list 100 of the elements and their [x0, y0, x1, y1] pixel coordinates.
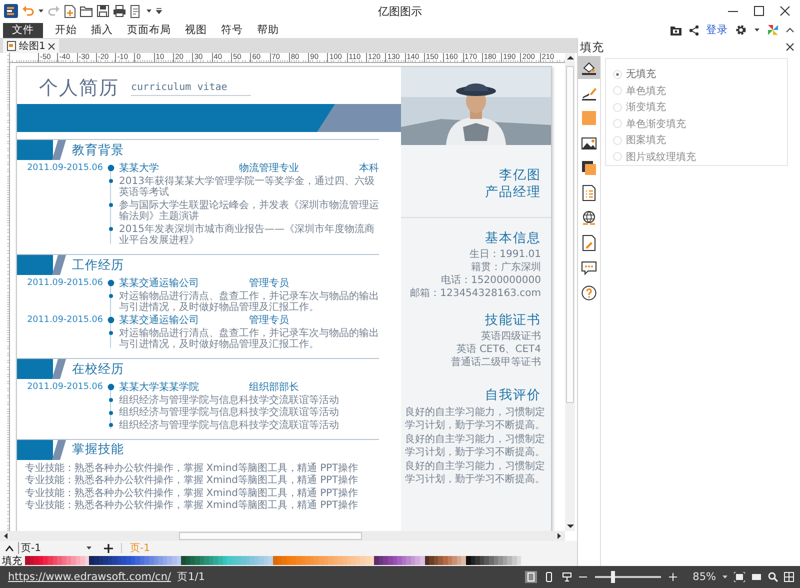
evaluation-text: 良好的自主学习能力，习惯制定学习计划，勤于学习不断提高。 — [404, 460, 546, 486]
square-icon — [581, 110, 597, 126]
bullet-text: 组织经济与管理学院与信息科技学交流联谊等活动 — [119, 394, 340, 406]
menu-item[interactable]: 视图 — [178, 23, 214, 37]
info-line: 电话：15200000000 — [440, 274, 542, 287]
file-menu-button[interactable]: 文件 — [3, 22, 43, 38]
scroll-left-icon[interactable] — [2, 532, 9, 540]
phone-view-icon — [544, 572, 554, 582]
section-tab-shape — [17, 140, 69, 160]
menu-item[interactable]: 插入 — [84, 23, 120, 37]
document-icon — [7, 41, 16, 51]
menu-item[interactable]: 符号 — [214, 23, 250, 37]
info-line: 普通话二级甲等证书 — [450, 356, 542, 369]
position: 管理专员 — [249, 277, 290, 290]
close-icon[interactable] — [780, 6, 790, 16]
website-link[interactable]: https://www.edrawsoft.com/cn/ — [8, 571, 172, 583]
section-title: 教育背景 — [72, 142, 124, 158]
date-range: 2011.09-2015.06 — [26, 314, 103, 327]
radio-label: 无填充 — [626, 68, 656, 82]
add-page-icon[interactable] — [104, 544, 113, 552]
caret-icon[interactable] — [722, 574, 728, 580]
document-tab[interactable]: 绘图1 — [3, 39, 60, 53]
radio-label: 渐变填充 — [626, 100, 666, 114]
grid-icon[interactable] — [784, 572, 794, 582]
save-icon[interactable] — [97, 5, 109, 17]
radio-button[interactable] — [613, 136, 622, 145]
maximize-icon[interactable] — [754, 6, 764, 16]
skill-line: 专业技能：熟悉各种办公软件操作，掌握 Xmind等脑图工具，精通 PPT操作 — [24, 488, 359, 500]
scrollbar-thumb[interactable] — [179, 532, 362, 540]
share-icon[interactable] — [689, 24, 699, 36]
customize-caret-icon[interactable] — [156, 8, 162, 14]
view-button[interactable] — [560, 571, 573, 583]
person-name: 李亿图 — [499, 167, 541, 184]
export-icon[interactable] — [130, 4, 142, 18]
close-icon[interactable] — [48, 42, 56, 50]
presentation-icon — [562, 572, 572, 582]
page-view-icon — [526, 572, 536, 582]
open-folder-icon[interactable] — [80, 5, 93, 17]
settings-icon[interactable] — [735, 24, 747, 36]
menu-item[interactable]: 开始 — [48, 23, 84, 37]
new-file-icon[interactable] — [64, 4, 76, 18]
print-icon[interactable] — [113, 5, 126, 17]
pinwheel-logo-icon[interactable] — [767, 24, 779, 36]
zoom-level: 85% — [692, 571, 716, 583]
job-title: 产品经理 — [485, 184, 541, 201]
view-button[interactable] — [524, 571, 537, 583]
radio-button[interactable] — [613, 119, 622, 128]
bullet-text: 参与国际大学生联盟论坛峰会，并发表《深圳市物流管理运输法则》主题演讲 — [119, 200, 379, 222]
organization: 某某交通运输公司 — [119, 277, 200, 290]
caret-icon[interactable] — [146, 8, 152, 14]
info-line: 英语四级证书 — [480, 330, 542, 343]
paint-bucket-icon — [581, 60, 597, 76]
login-link[interactable]: 登录 — [706, 23, 728, 37]
radio-label: 单色渐变填充 — [626, 118, 686, 131]
stacked-squares-icon — [581, 160, 597, 176]
position: 物流管理专业 — [239, 162, 300, 175]
chevron-up-icon[interactable] — [5, 544, 14, 552]
bullet-text: 组织经济与管理学院与信息科技学交流联谊等活动 — [119, 420, 340, 431]
position: 管理专员 — [249, 314, 290, 327]
tool-button[interactable] — [578, 56, 600, 79]
slider-thumb[interactable] — [611, 571, 616, 583]
date-range: 2011.09-2015.06 — [26, 381, 103, 394]
info-line: 生日：1991.01 — [468, 248, 542, 261]
palette-label: 填充 — [2, 555, 22, 566]
radio-button[interactable] — [613, 86, 622, 96]
caret-icon[interactable] — [754, 27, 760, 33]
radio-button[interactable] — [613, 152, 622, 162]
date-range: 2011.09-2015.06 — [26, 277, 103, 290]
document-edit-icon — [581, 234, 597, 250]
page-select[interactable]: 页-1 — [18, 542, 92, 554]
scroll-right-icon[interactable] — [556, 532, 563, 540]
caret-icon[interactable] — [38, 8, 44, 14]
radio-button[interactable] — [613, 102, 622, 112]
menu-item[interactable]: 帮助 — [250, 23, 286, 37]
degree: 本科 — [359, 162, 379, 175]
evaluation-text: 良好的自主学习能力，习惯制定学习计划，勤于学习不断提高。 — [404, 406, 546, 432]
zoom-icon[interactable] — [768, 572, 778, 582]
evaluation-text: 良好的自主学习能力，习惯制定学习计划，勤于学习不断提高。 — [404, 433, 546, 459]
section-title: 掌握技能 — [72, 441, 124, 458]
menu-item[interactable]: 页面布局 — [120, 23, 178, 37]
scrollbar-thumb[interactable] — [566, 66, 574, 403]
caret-icon — [86, 545, 92, 551]
info-line: 英语 CET6、CET4 — [455, 343, 542, 356]
chat-bubble-icon — [581, 260, 597, 276]
radio-label: 图片或纹理填充 — [626, 150, 696, 164]
radio-label: 单色填充 — [626, 84, 666, 98]
radio-button[interactable] — [613, 70, 622, 79]
close-icon[interactable] — [786, 43, 794, 51]
picture-folder-icon[interactable] — [670, 24, 682, 36]
bullet-text: 对运输物品进行清点、盘查工作，并记录车次与物品的输出与引进情况，及时做好物品管理及汇报工作。 — [119, 290, 379, 314]
section-title: 自我评价 — [484, 387, 542, 405]
zoom-in-icon[interactable] — [668, 573, 677, 581]
bullet-text: 对运输物品进行清点、盘查工作，并记录车次与物品的输出与引进情况，及时做好物品管理及汇报工作。 — [119, 328, 379, 350]
bullet-text: 2015年发表深圳市城市商业报告——《深圳市年度物流商业平台发展进程》 — [119, 224, 376, 246]
fit-page-icon[interactable] — [734, 572, 745, 582]
collapse-ribbon-icon[interactable] — [786, 27, 794, 33]
fit-width-icon[interactable] — [751, 572, 762, 582]
scroll-down-icon[interactable] — [566, 522, 574, 531]
skill-line: 专业技能：熟悉各种办公软件操作，掌握 Xmind等脑图工具，精通 PPT操作 — [24, 475, 359, 488]
position: 组织部部长 — [249, 381, 300, 394]
